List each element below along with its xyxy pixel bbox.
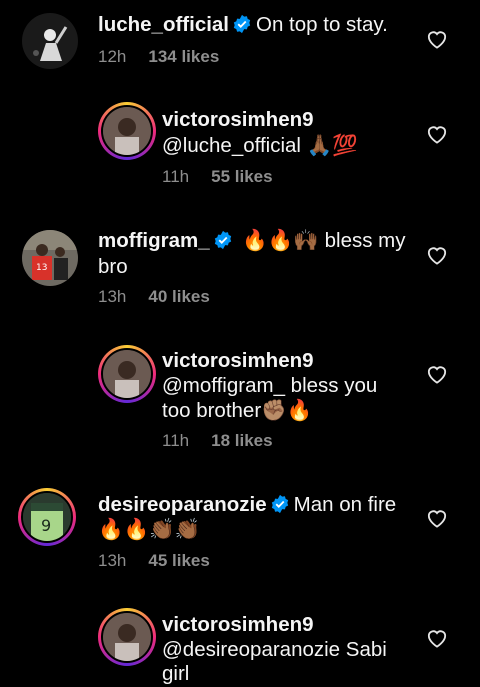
username[interactable]: moffigram_ [98,229,210,252]
timestamp: 12h [98,47,127,66]
likes-count[interactable]: 55 likes [211,167,272,186]
likes-count[interactable]: 45 likes [148,551,209,570]
comment-text: @luche_official 🙏🏾💯 [162,134,358,157]
heart-outline-icon[interactable] [426,245,448,265]
timestamp: 11h [162,167,190,186]
heart-outline-icon[interactable] [426,124,448,144]
comment-text: @desireoparanozie Sabi [162,638,387,661]
comment-body: desireoparanozie Man on fire [98,492,396,517]
comment-text: Man on fire [293,493,397,516]
comment-body: victorosimhen9 [162,612,314,637]
avatar[interactable] [98,102,156,160]
heart-outline-icon[interactable] [426,628,448,648]
comment-text-continued: bro [98,255,128,278]
comment-text: @moffigram_ bless you [162,374,378,397]
verified-badge-icon [233,14,251,34]
comment-meta: 13h 40 likes [98,287,210,307]
comment-text-continued: too brother✊🏽🔥 [162,399,313,422]
avatar[interactable]: 9 [18,488,76,546]
avatar-image: 13 [22,230,78,286]
timestamp: 13h [98,551,127,570]
comment-body: victorosimhen9 [162,348,314,373]
likes-count[interactable]: 40 likes [148,287,209,306]
comment-meta: 12h 134 likes [98,47,219,67]
likes-count[interactable]: 18 likes [211,431,272,450]
username[interactable]: victorosimhen9 [162,108,314,131]
heart-outline-icon[interactable] [426,508,448,528]
likes-count[interactable]: 134 likes [148,47,219,66]
username[interactable]: luche_official [98,13,229,36]
avatar[interactable] [98,345,156,403]
comment-meta: 11h 18 likes [162,431,273,451]
comment-body: moffigram_ 🔥🔥🙌🏾 bless my [98,228,406,253]
avatar-image: 9 [23,493,71,541]
comment-text: On top to stay. [256,13,388,36]
heart-outline-icon[interactable] [426,29,448,49]
comment-meta: 13h 45 likes [98,551,210,571]
comment-text-continued: 🔥🔥👏🏾👏🏾 [98,518,201,541]
timestamp: 13h [98,287,127,306]
username[interactable]: victorosimhen9 [162,613,314,636]
comment-meta: 11h 55 likes [162,167,273,187]
heart-outline-icon[interactable] [426,364,448,384]
avatar[interactable]: 13 [22,230,78,286]
avatar[interactable] [22,13,78,69]
avatar-image [103,613,151,661]
avatar-image [22,13,78,69]
comment-body: victorosimhen9 [162,107,314,132]
verified-badge-icon [214,230,231,250]
svg-text:13: 13 [36,263,47,273]
avatar-image [103,350,151,398]
timestamp: 11h [162,431,190,450]
svg-text:9: 9 [41,516,51,535]
comment-body: luche_official On top to stay. [98,12,388,37]
avatar-image [103,107,151,155]
avatar[interactable] [98,608,156,666]
comment-text-continued: girl [162,662,190,685]
username[interactable]: desireoparanozie [98,493,267,516]
comment-text: 🔥🔥🙌🏾 bless my [242,229,406,252]
verified-badge-icon [271,494,288,514]
username[interactable]: victorosimhen9 [162,349,314,372]
